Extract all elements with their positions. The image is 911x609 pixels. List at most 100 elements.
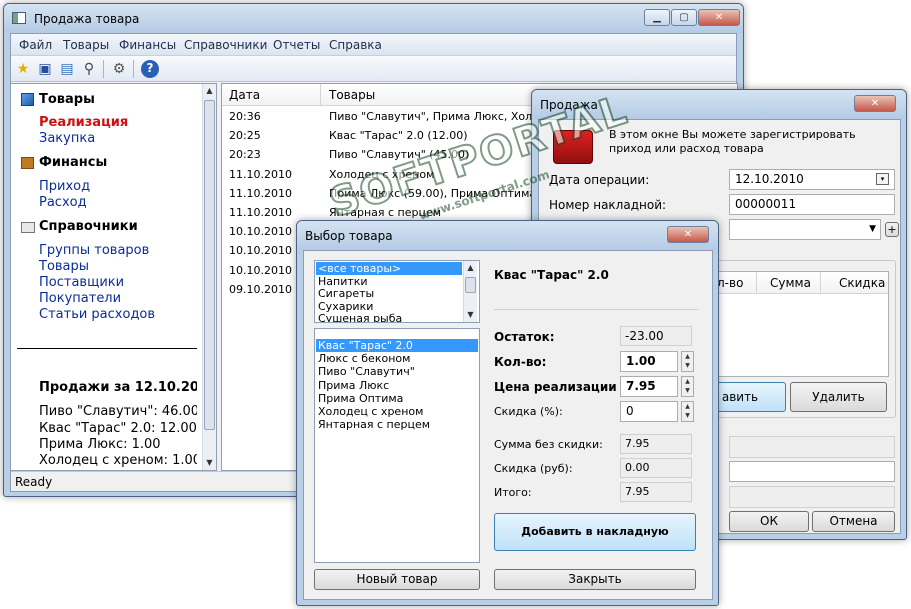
- nav-item-purchase[interactable]: Закупка: [39, 131, 95, 146]
- scroll-down-icon[interactable]: ▼: [464, 308, 477, 322]
- group-item[interactable]: Сухарики: [318, 300, 373, 313]
- nav-item-customers[interactable]: Покупатели: [39, 291, 121, 306]
- row-goods[interactable]: Пиво "Славутич" (45.00): [329, 148, 469, 161]
- column-date[interactable]: Дата: [229, 88, 260, 102]
- help-icon[interactable]: ?: [141, 60, 159, 78]
- column-sum[interactable]: Сумма: [770, 276, 811, 290]
- new-product-button[interactable]: Новый товар: [314, 569, 480, 590]
- scroll-thumb[interactable]: [204, 100, 215, 430]
- product-name: Квас "Тарас" 2.0: [494, 268, 609, 282]
- row-date[interactable]: 20:36: [229, 110, 261, 123]
- add-account-button[interactable]: +: [885, 222, 899, 237]
- note-field[interactable]: [729, 461, 895, 482]
- row-goods[interactable]: Прима Люкс (59.00), Прима Оптима: [329, 187, 536, 200]
- document-icon[interactable]: ▤: [57, 59, 77, 79]
- product-item[interactable]: Прима Оптима: [318, 392, 403, 405]
- summary-title: Продажи за 12.10.201: [39, 380, 197, 395]
- quantity-stepper[interactable]: ▲ ▼: [681, 351, 694, 372]
- gear-icon[interactable]: ⚙: [109, 59, 129, 79]
- row-date[interactable]: 09.10.2010: [229, 283, 292, 296]
- nav-item-expense[interactable]: Расход: [39, 195, 87, 210]
- menu-reports[interactable]: Отчеты: [273, 38, 320, 52]
- row-date[interactable]: 11.10.2010: [229, 187, 292, 200]
- nav-scrollbar[interactable]: ▲ ▼: [202, 84, 216, 470]
- account-select[interactable]: ▼: [729, 219, 881, 240]
- scroll-thumb[interactable]: [465, 277, 476, 293]
- nav-item-sales[interactable]: Реализация: [39, 115, 128, 130]
- nav-item-suppliers[interactable]: Поставщики: [39, 275, 124, 290]
- discount-rub-label: Скидка (руб):: [494, 462, 573, 475]
- delete-item-button[interactable]: Удалить: [790, 382, 887, 412]
- nav-item-products[interactable]: Товары: [39, 259, 89, 274]
- row-date[interactable]: 10.10.2010: [229, 225, 292, 238]
- maximize-button[interactable]: ▢: [671, 9, 697, 26]
- menu-finance[interactable]: Финансы: [119, 38, 176, 52]
- discount-stepper[interactable]: ▲ ▼: [681, 401, 694, 422]
- column-discount[interactable]: Скидка: [839, 276, 885, 290]
- row-date[interactable]: 11.10.2010: [229, 168, 292, 181]
- product-item[interactable]: Янтарная с перцем: [318, 418, 430, 431]
- group-item[interactable]: Сушеная рыба: [318, 312, 402, 322]
- product-item[interactable]: Люкс с беконом: [318, 352, 410, 365]
- groups-scrollbar[interactable]: ▲ ▼: [463, 261, 477, 322]
- row-goods[interactable]: Квас "Тарас" 2.0 (12.00): [329, 129, 468, 142]
- group-item[interactable]: Напитки: [318, 275, 368, 288]
- close-dialog-button[interactable]: Закрыть: [494, 569, 696, 590]
- add-to-invoice-button[interactable]: Добавить в накладную: [494, 513, 696, 551]
- monitor-icon[interactable]: ▣: [35, 59, 55, 79]
- row-goods[interactable]: Холодец с хреном: [329, 168, 434, 181]
- sale-intro: В этом окне Вы можете зарегистрировать п…: [609, 128, 856, 155]
- nav-header-finance[interactable]: Финансы: [39, 155, 107, 170]
- close-button[interactable]: ✕: [698, 9, 740, 26]
- nav-item-expense-items[interactable]: Статьи расходов: [39, 307, 155, 322]
- scroll-down-icon[interactable]: ▼: [203, 456, 216, 470]
- invoice-field[interactable]: 00000011: [729, 194, 895, 215]
- nav-header-references[interactable]: Справочники: [39, 219, 138, 234]
- product-item[interactable]: Квас "Тарас" 2.0: [316, 339, 478, 352]
- group-item[interactable]: Сигареты: [318, 287, 374, 300]
- row-goods[interactable]: Янтарная с перцем: [329, 206, 441, 219]
- menu-help[interactable]: Справка: [329, 38, 382, 52]
- items-list[interactable]: Квас "Тарас" 2.0 Люкс с беконом Пиво "Слав…: [314, 328, 480, 563]
- row-date[interactable]: 10.10.2010: [229, 264, 292, 277]
- calendar-icon[interactable]: ▾: [876, 173, 889, 185]
- date-field[interactable]: 12.10.2010 ▾: [729, 169, 895, 190]
- select-titlebar[interactable]: Выбор товара ✕: [297, 221, 718, 250]
- price-stepper[interactable]: ▲ ▼: [681, 376, 694, 397]
- product-item[interactable]: Пиво "Славутич": [318, 365, 415, 378]
- row-date[interactable]: 20:25: [229, 129, 261, 142]
- discount-percent-field[interactable]: 0: [620, 401, 678, 422]
- product-item[interactable]: Холодец с хреном: [318, 405, 423, 418]
- sale-titlebar[interactable]: Продажа ✕: [532, 90, 906, 119]
- quantity-field[interactable]: 1.00: [620, 351, 678, 372]
- column-qty[interactable]: л-во: [717, 276, 743, 290]
- main-titlebar[interactable]: Продажа товара ▁ ▢ ✕: [4, 4, 743, 33]
- cart-icon: [553, 130, 593, 164]
- row-date[interactable]: 10.10.2010: [229, 244, 292, 257]
- cancel-button[interactable]: Отмена: [812, 511, 895, 532]
- nav-header-products[interactable]: Товары: [39, 92, 95, 107]
- groups-list[interactable]: <все товары> Напитки Сигареты Сухарики Сушен…: [314, 260, 480, 323]
- row-goods[interactable]: Пиво "Славутич", Прима Люкс, Холо: [329, 110, 539, 123]
- row-date[interactable]: 20:23: [229, 148, 261, 161]
- select-close-button[interactable]: ✕: [667, 226, 709, 243]
- menu-goods[interactable]: Товары: [63, 38, 109, 52]
- price-field[interactable]: 7.95: [620, 376, 678, 397]
- menu-file[interactable]: Файл: [19, 38, 52, 52]
- scroll-up-icon[interactable]: ▲: [464, 261, 477, 275]
- nav-item-product-groups[interactable]: Группы товаров: [39, 243, 149, 258]
- product-item[interactable]: Прима Люкс: [318, 379, 389, 392]
- menu-references[interactable]: Справочники: [184, 38, 267, 52]
- scroll-up-icon[interactable]: ▲: [203, 84, 216, 98]
- column-goods[interactable]: Товары: [329, 88, 375, 102]
- search-icon[interactable]: ⚲: [79, 59, 99, 79]
- sale-close-button[interactable]: ✕: [854, 95, 896, 112]
- group-item[interactable]: <все товары>: [316, 262, 462, 275]
- invoice-label: Номер накладной:: [549, 198, 667, 212]
- nav-item-income[interactable]: Приход: [39, 179, 90, 194]
- ok-button[interactable]: ОК: [729, 511, 809, 532]
- star-icon[interactable]: ★: [13, 59, 33, 79]
- minimize-button[interactable]: ▁: [644, 9, 670, 26]
- select-title: Выбор товара: [305, 229, 393, 243]
- row-date[interactable]: 11.10.2010: [229, 206, 292, 219]
